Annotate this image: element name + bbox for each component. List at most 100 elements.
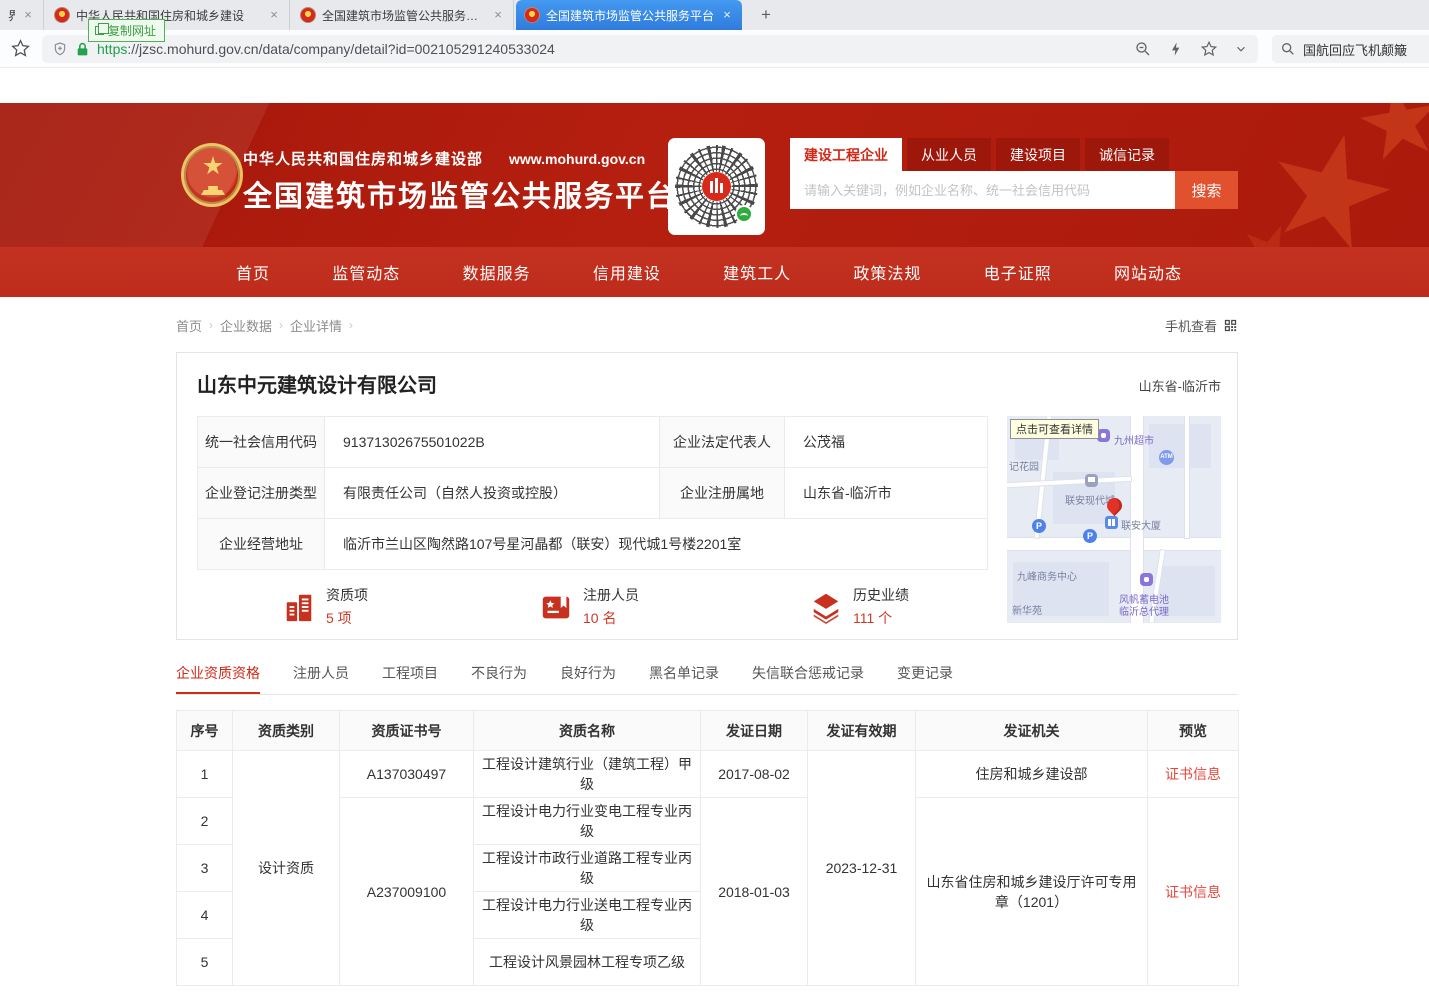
browser-tab-jzsc[interactable]: 全国建筑市场监管公共服务平台 <box>292 0 514 30</box>
reg-region-value: 山东省-临沂市 <box>785 468 988 519</box>
tab-close-icon[interactable] <box>720 8 734 22</box>
stat-label: 资质项 <box>326 585 368 605</box>
certificate-info-link[interactable]: 证书信息 <box>1165 884 1221 900</box>
cell-issuing-authority: 山东省住房和城乡建设厅许可专用章（1201） <box>916 798 1148 986</box>
nav-item-policy[interactable]: 政策法规 <box>853 260 921 284</box>
cell-issue-date: 2017-08-02 <box>701 751 808 798</box>
map-label: 九州超市 <box>1114 432 1154 447</box>
search-tab-personnel[interactable]: 从业人员 <box>907 138 991 171</box>
tab-good-behavior[interactable]: 良好行为 <box>560 663 616 694</box>
qr-code-icon <box>1223 318 1238 333</box>
cell-qualification-name: 工程设计电力行业送电工程专业丙级 <box>474 892 701 939</box>
cell-qualification-name: 工程设计风景园林工程专项乙级 <box>474 939 701 986</box>
nav-item-certificates[interactable]: 电子证照 <box>984 260 1052 284</box>
map-panel[interactable]: 点击可查看详情 九州超市 ATM 记花园 联安现代城 联安大厦 P P 九峰商务… <box>1007 416 1221 623</box>
stat-value: 5 项 <box>326 608 368 628</box>
breadcrumb-separator: › <box>279 318 283 332</box>
browser-tab-partial[interactable]: 界 <box>0 0 44 30</box>
search-button[interactable]: 搜索 <box>1175 171 1238 209</box>
url-text: https://jzsc.mohurd.gov.cn/data/company/… <box>97 41 555 57</box>
search-category-tabs: 建设工程企业 从业人员 建设项目 诚信记录 <box>790 138 1238 171</box>
tab-close-icon[interactable] <box>491 8 505 22</box>
nav-item-credit[interactable]: 信用建设 <box>593 260 661 284</box>
zoom-out-icon[interactable] <box>1134 40 1152 58</box>
tab-close-icon[interactable] <box>21 8 35 22</box>
browser-tab-active[interactable]: 全国建筑市场监管公共服务平台 <box>516 0 742 30</box>
address-value: 临沂市兰山区陶然路107号星河晶都（联安）现代城1号楼2201室 <box>325 519 988 570</box>
page: 界 中华人民共和国住房和城乡建设 全国建筑市场监管公共服务平台 全国建筑市场监管… <box>0 0 1429 996</box>
tab-change-records[interactable]: 变更记录 <box>897 663 953 694</box>
ministry-line: 中华人民共和国住房和城乡建设部 www.mohurd.gov.cn <box>243 148 645 169</box>
certificate-info-link[interactable]: 证书信息 <box>1165 766 1221 782</box>
new-tab-button[interactable] <box>754 4 778 26</box>
col-valid-until: 发证有效期 <box>808 711 916 751</box>
map-parking-icon: P <box>1083 529 1097 543</box>
cell-index: 3 <box>177 845 233 892</box>
stat-registered-personnel[interactable]: 注册人员 10 名 <box>539 585 639 628</box>
breadcrumb-company-detail[interactable]: 企业详情 <box>290 316 342 335</box>
nav-item-supervision[interactable]: 监管动态 <box>332 260 400 284</box>
search-tab-project[interactable]: 建设项目 <box>996 138 1080 171</box>
url-bar[interactable]: https://jzsc.mohurd.gov.cn/data/company/… <box>42 35 1258 63</box>
cell-qualification-name: 工程设计市政行业道路工程专业丙级 <box>474 845 701 892</box>
main-nav: 首页 监管动态 数据服务 信用建设 建筑工人 政策法规 电子证照 网站动态 <box>0 247 1429 297</box>
stat-value: 10 名 <box>583 608 639 628</box>
col-index: 序号 <box>177 711 233 751</box>
map-area-shape <box>1149 424 1211 468</box>
credit-code-value: 91371302675501022B <box>325 417 660 468</box>
company-info-table: 统一社会信用代码 91371302675501022B 企业法定代表人 公茂福 … <box>197 416 988 570</box>
keyword-search-input[interactable] <box>790 171 1175 209</box>
cell-index: 5 <box>177 939 233 986</box>
decor-star <box>1354 103 1429 169</box>
decor-star <box>1257 120 1402 247</box>
chevron-down-icon[interactable] <box>1234 42 1248 56</box>
table-header-row: 序号 资质类别 资质证书号 资质名称 发证日期 发证有效期 发证机关 预览 <box>177 711 1239 751</box>
table-row: 1 设计资质 A137030497 工程设计建筑行业（建筑工程）甲级 2017-… <box>177 751 1239 798</box>
lock-icon[interactable] <box>76 42 89 57</box>
tab-registered-personnel[interactable]: 注册人员 <box>293 663 349 694</box>
legal-rep-label: 企业法定代表人 <box>660 417 785 468</box>
search-tab-enterprise[interactable]: 建设工程企业 <box>790 138 902 171</box>
breadcrumb-company-data[interactable]: 企业数据 <box>220 316 272 335</box>
browser-tab-label: 界 <box>8 7 15 24</box>
col-preview: 预览 <box>1148 711 1239 751</box>
shield-permissions-icon[interactable] <box>52 41 68 57</box>
qr-code-card <box>668 138 765 235</box>
tab-close-icon[interactable] <box>267 8 281 22</box>
map-parking-icon: P <box>1032 519 1046 533</box>
nav-item-data-service[interactable]: 数据服务 <box>463 260 531 284</box>
browser-tab-label: 全国建筑市场监管公共服务平台 <box>322 7 485 24</box>
breadcrumb: 首页 › 企业数据 › 企业详情 › 手机查看 <box>176 315 1238 335</box>
browser-tab-mohurd[interactable]: 中华人民共和国住房和城乡建设 <box>46 0 290 30</box>
stat-qualifications[interactable]: 资质项 5 项 <box>282 585 368 628</box>
copy-url-tooltip: 复制网址 <box>88 19 165 42</box>
reg-region-label: 企业注册属地 <box>660 468 785 519</box>
favorite-star-icon[interactable] <box>1200 40 1218 58</box>
breadcrumb-home[interactable]: 首页 <box>176 316 202 335</box>
search-tab-credit[interactable]: 诚信记录 <box>1085 138 1169 171</box>
tab-blacklist[interactable]: 黑名单记录 <box>649 663 719 694</box>
legal-rep-value: 公茂福 <box>785 417 988 468</box>
breadcrumb-separator: › <box>349 318 353 332</box>
nav-item-site-news[interactable]: 网站动态 <box>1114 260 1182 284</box>
nav-item-home[interactable]: 首页 <box>236 260 270 284</box>
cell-qualification-name: 工程设计建筑行业（建筑工程）甲级 <box>474 751 701 798</box>
stat-history-performance[interactable]: 历史业绩 111 个 <box>809 585 909 628</box>
flash-save-icon[interactable] <box>1168 41 1184 57</box>
qr-center-logo <box>702 172 731 201</box>
ministry-name: 中华人民共和国住房和城乡建设部 <box>243 148 483 169</box>
platform-title: 全国建筑市场监管公共服务平台 <box>243 173 677 215</box>
tab-bad-behavior[interactable]: 不良行为 <box>471 663 527 694</box>
tab-dishonesty-records[interactable]: 失信联合惩戒记录 <box>752 663 864 694</box>
bookmark-star-icon[interactable] <box>10 38 31 59</box>
header-search-module: 建设工程企业 从业人员 建设项目 诚信记录 搜索 <box>790 138 1238 209</box>
tab-qualifications[interactable]: 企业资质资格 <box>176 663 260 694</box>
site-header: 中华人民共和国住房和城乡建设部 www.mohurd.gov.cn 全国建筑市场… <box>0 103 1429 247</box>
tab-projects[interactable]: 工程项目 <box>382 663 438 694</box>
mobile-view-link[interactable]: 手机查看 <box>1165 316 1238 335</box>
emblem-gate-icon <box>201 186 225 195</box>
browser-quick-search[interactable]: 国航回应飞机颠簸 <box>1272 35 1429 63</box>
nav-item-workers[interactable]: 建筑工人 <box>723 260 791 284</box>
building-icon <box>282 590 316 624</box>
reg-type-label: 企业登记注册类型 <box>198 468 325 519</box>
